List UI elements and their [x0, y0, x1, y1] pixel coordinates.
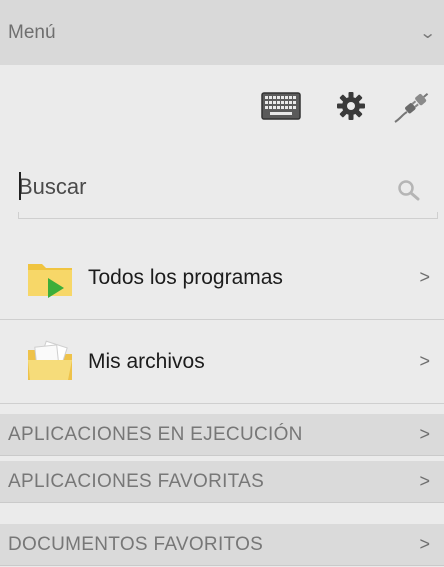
gear-icon[interactable]: [328, 83, 374, 129]
section-favorite-documents[interactable]: DOCUMENTOS FAVORITOS >: [0, 524, 444, 566]
folder-documents-icon: [28, 340, 72, 380]
section-label: DOCUMENTOS FAVORITOS: [8, 533, 264, 555]
chevron-right-icon: >: [419, 267, 430, 287]
list-item-label: Mis archivos: [88, 349, 205, 373]
menu-title: Menú: [8, 21, 56, 43]
chevron-down-icon[interactable]: ⌄: [419, 23, 436, 43]
chevron-right-icon: >: [419, 534, 430, 554]
text-cursor: [19, 172, 21, 200]
section-label: APLICACIONES FAVORITAS: [8, 470, 265, 492]
list-item-my-files[interactable]: Mis archivos >: [0, 320, 444, 404]
plug-icon[interactable]: [390, 83, 436, 129]
folder-play-icon: [28, 263, 72, 298]
section-running-apps[interactable]: APLICACIONES EN EJECUCIÓN >: [0, 414, 444, 456]
list-item-label: Todos los programas: [88, 265, 283, 289]
chevron-right-icon: >: [419, 424, 430, 444]
search-icon[interactable]: [394, 176, 424, 206]
chevron-right-icon: >: [419, 471, 430, 491]
toolbar: [0, 65, 444, 147]
start-menu-panel: Menú ⌄ Buscar Todos los programas > Mis …: [0, 0, 444, 567]
keyboard-icon[interactable]: [258, 83, 304, 129]
search-input[interactable]: [18, 164, 378, 210]
search-bar: [0, 150, 444, 230]
section-label: APLICACIONES EN EJECUCIÓN: [8, 423, 303, 445]
section-favorite-apps[interactable]: APLICACIONES FAVORITAS >: [0, 461, 444, 503]
menu-header[interactable]: Menú ⌄: [0, 0, 444, 65]
search-underline: [18, 212, 438, 219]
chevron-right-icon: >: [419, 351, 430, 371]
list-item-all-programs[interactable]: Todos los programas >: [0, 236, 444, 320]
